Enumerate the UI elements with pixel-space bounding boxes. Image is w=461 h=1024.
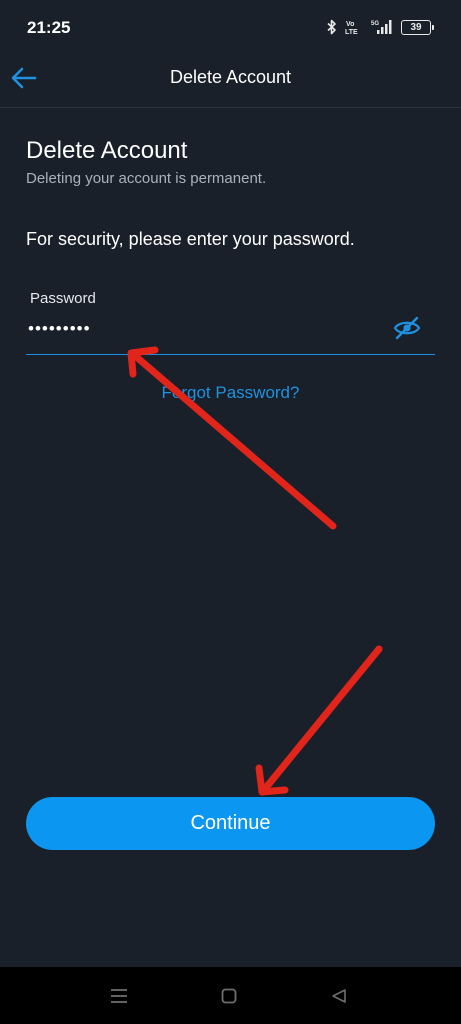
system-back-button[interactable] xyxy=(326,983,352,1009)
signal-icon: 5G xyxy=(371,20,392,34)
bluetooth-icon xyxy=(327,19,336,35)
annotation-arrow-to-continue xyxy=(255,645,383,796)
password-label: Password xyxy=(30,290,96,307)
home-icon xyxy=(221,988,237,1004)
page-heading: Delete Account xyxy=(26,137,188,164)
status-time: 21:25 xyxy=(27,18,71,37)
annotation-arrow-to-password xyxy=(127,346,337,530)
status-bar: 21:25 Vo LTE 5G 39 xyxy=(0,0,461,52)
eye-off-icon xyxy=(393,316,421,340)
page-subtitle: Deleting your account is permanent. xyxy=(26,170,267,187)
password-visibility-toggle[interactable] xyxy=(393,314,421,342)
forgot-password-link[interactable]: Forgot Password? xyxy=(0,383,461,403)
svg-text:Vo: Vo xyxy=(346,21,354,28)
password-field[interactable]: Password xyxy=(26,284,435,355)
app-bar: Delete Account xyxy=(0,52,461,108)
status-icons: Vo LTE 5G 39 xyxy=(327,17,434,37)
home-button[interactable] xyxy=(216,983,242,1009)
security-prompt: For security, please enter your password… xyxy=(26,229,355,249)
svg-text:5G: 5G xyxy=(371,21,379,27)
app-bar-title: Delete Account xyxy=(169,67,292,87)
svg-text:LTE: LTE xyxy=(345,29,358,35)
volte-icon: Vo LTE xyxy=(345,21,358,35)
password-input[interactable] xyxy=(28,317,358,341)
recents-button[interactable] xyxy=(106,983,132,1009)
battery-icon: 39 xyxy=(401,19,434,35)
back-icon xyxy=(332,989,346,1003)
recents-icon xyxy=(111,989,127,1003)
continue-button[interactable]: Continue xyxy=(26,797,435,850)
system-nav-bar xyxy=(0,967,461,1024)
